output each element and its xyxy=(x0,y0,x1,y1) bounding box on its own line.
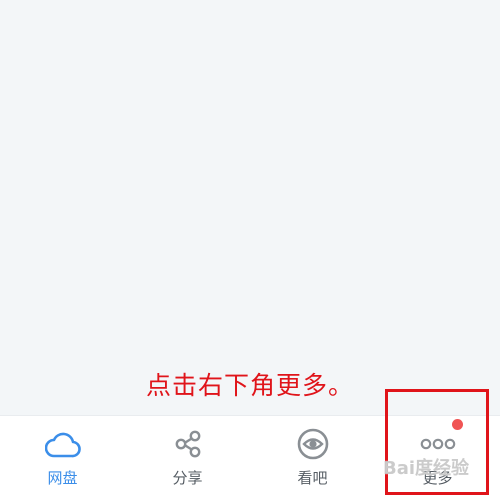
tab-share-label: 分享 xyxy=(172,469,203,487)
bottom-tab-bar: 网盘 分享 看吧 更多 xyxy=(0,415,500,501)
eye-icon xyxy=(294,425,332,463)
cloud-icon xyxy=(44,425,82,463)
notification-badge xyxy=(452,419,463,430)
tab-more[interactable]: 更多 xyxy=(375,416,500,501)
tab-netdisk-label: 网盘 xyxy=(47,469,78,487)
main-content-area xyxy=(0,0,500,415)
tab-kanba[interactable]: 看吧 xyxy=(250,416,375,501)
tab-kanba-label: 看吧 xyxy=(297,469,328,487)
more-icon xyxy=(419,425,457,463)
tab-netdisk[interactable]: 网盘 xyxy=(0,416,125,501)
tab-more-label: 更多 xyxy=(422,469,453,487)
share-icon xyxy=(169,425,207,463)
tutorial-annotation: 点击右下角更多。 xyxy=(145,371,354,400)
tab-share[interactable]: 分享 xyxy=(125,416,250,501)
